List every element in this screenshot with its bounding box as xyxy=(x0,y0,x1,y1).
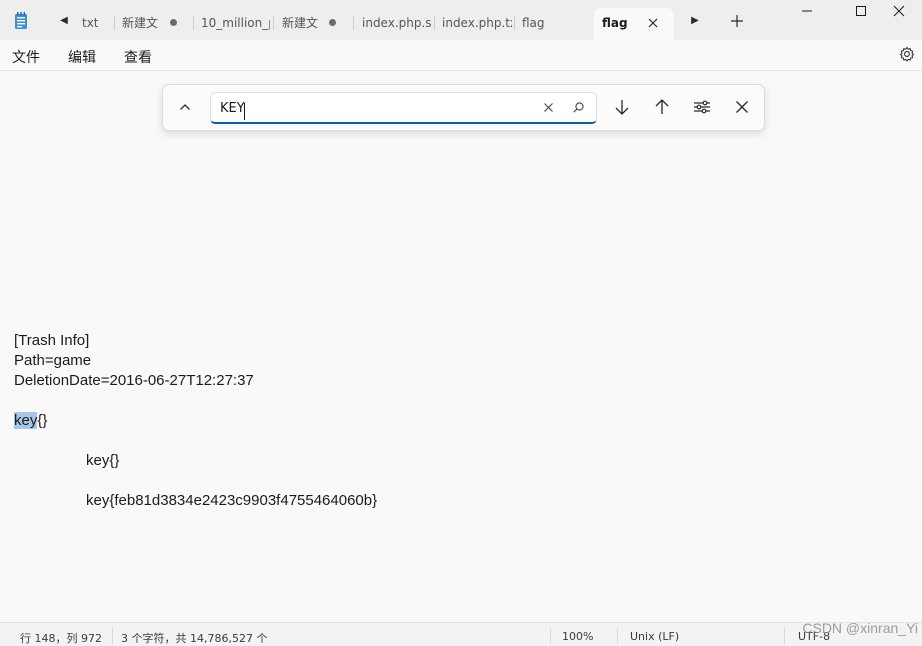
tab-txt[interactable]: txt xyxy=(82,8,114,38)
menu-file[interactable]: 文件 xyxy=(12,47,40,67)
close-tab-icon[interactable] xyxy=(646,16,660,30)
toggle-replace-chevron-up-icon[interactable] xyxy=(177,99,193,115)
search-match-highlight: key xyxy=(14,412,38,429)
close-window-icon[interactable] xyxy=(876,0,922,26)
tab-separator xyxy=(514,16,515,30)
clear-search-icon[interactable] xyxy=(542,101,555,114)
tab-separator xyxy=(273,16,274,30)
search-options-sliders-icon[interactable] xyxy=(692,97,712,117)
find-panel xyxy=(162,84,765,131)
tab-label: 新建文 xyxy=(122,16,158,30)
menu-bar: 文件 编辑 查看 xyxy=(0,40,922,71)
modified-dot-icon xyxy=(329,19,336,26)
menu-view[interactable]: 查看 xyxy=(124,47,152,67)
tab-flag-1[interactable]: flag xyxy=(522,8,562,38)
tab-label: index.php.sw xyxy=(362,16,432,30)
close-find-panel-icon[interactable] xyxy=(732,97,752,117)
find-previous-arrow-up-icon[interactable] xyxy=(652,97,672,117)
tab-index-php-sw[interactable]: index.php.sw xyxy=(362,8,432,38)
new-tab-icon[interactable] xyxy=(729,13,745,29)
modified-dot-icon xyxy=(170,19,177,26)
text-caret xyxy=(244,103,245,120)
editor-line: Path=game xyxy=(14,352,92,369)
tab-new-document-2[interactable]: 新建文 xyxy=(282,8,320,38)
tab-label: 10_million_pa xyxy=(201,16,270,30)
tab-label: txt xyxy=(82,16,99,30)
status-bar: 行 148，列 972 3 个字符，共 14,786,527 个 100% Un… xyxy=(0,622,922,646)
notepad-app-icon xyxy=(15,12,27,29)
tab-separator xyxy=(114,16,115,30)
tab-10-million[interactable]: 10_million_pa xyxy=(201,8,270,38)
character-count: 3 个字符，共 14,786,527 个 xyxy=(121,632,268,645)
editor-line: key{} xyxy=(86,452,120,469)
notepad-window: ◀ txt 新建文 10_million_pa 新建文 index.php.sw… xyxy=(0,0,922,646)
scroll-tabs-left-icon[interactable]: ◀ xyxy=(56,13,72,29)
editor-line-rest: {} xyxy=(37,412,48,429)
editor-line: key{feb81d3834e2423c9903f4755464060b} xyxy=(86,492,378,509)
find-input-box[interactable] xyxy=(210,92,597,124)
status-separator xyxy=(784,628,785,644)
menu-edit[interactable]: 编辑 xyxy=(68,47,96,67)
line-ending[interactable]: Unix (LF) xyxy=(630,630,679,643)
editor-line: DeletionDate=2016-06-27T12:27:37 xyxy=(14,372,254,389)
cursor-position[interactable]: 行 148，列 972 xyxy=(20,630,102,646)
minimize-icon[interactable] xyxy=(784,0,830,26)
tab-label: 新建文 xyxy=(282,16,318,30)
tab-new-document-1[interactable]: 新建文 xyxy=(122,8,160,38)
scroll-tabs-right-icon[interactable]: ▶ xyxy=(687,13,703,29)
tab-separator xyxy=(353,16,354,30)
zoom-level[interactable]: 100% xyxy=(562,630,593,643)
find-input[interactable] xyxy=(220,98,530,118)
tab-flag-active[interactable]: flag xyxy=(594,8,674,40)
title-bar: ◀ txt 新建文 10_million_pa 新建文 index.php.sw… xyxy=(0,0,922,40)
editor-line-with-match: key{} xyxy=(14,411,47,431)
tab-label: flag xyxy=(602,16,628,30)
tab-label: index.php.txt xyxy=(442,16,512,30)
search-icon[interactable] xyxy=(572,101,585,114)
tab-index-php-txt[interactable]: index.php.txt xyxy=(442,8,512,38)
status-separator xyxy=(112,628,113,644)
settings-gear-icon[interactable] xyxy=(899,46,915,62)
editor-line: [Trash Info] xyxy=(14,332,90,349)
text-editor[interactable]: [Trash Info] Path=game DeletionDate=2016… xyxy=(0,71,922,622)
status-separator xyxy=(550,628,551,644)
tab-label: flag xyxy=(522,16,545,30)
tab-separator xyxy=(193,16,194,30)
find-next-arrow-down-icon[interactable] xyxy=(612,97,632,117)
tab-separator xyxy=(434,16,435,30)
status-separator xyxy=(617,628,618,644)
csdn-watermark: CSDN @xinran_Yi xyxy=(802,620,918,636)
